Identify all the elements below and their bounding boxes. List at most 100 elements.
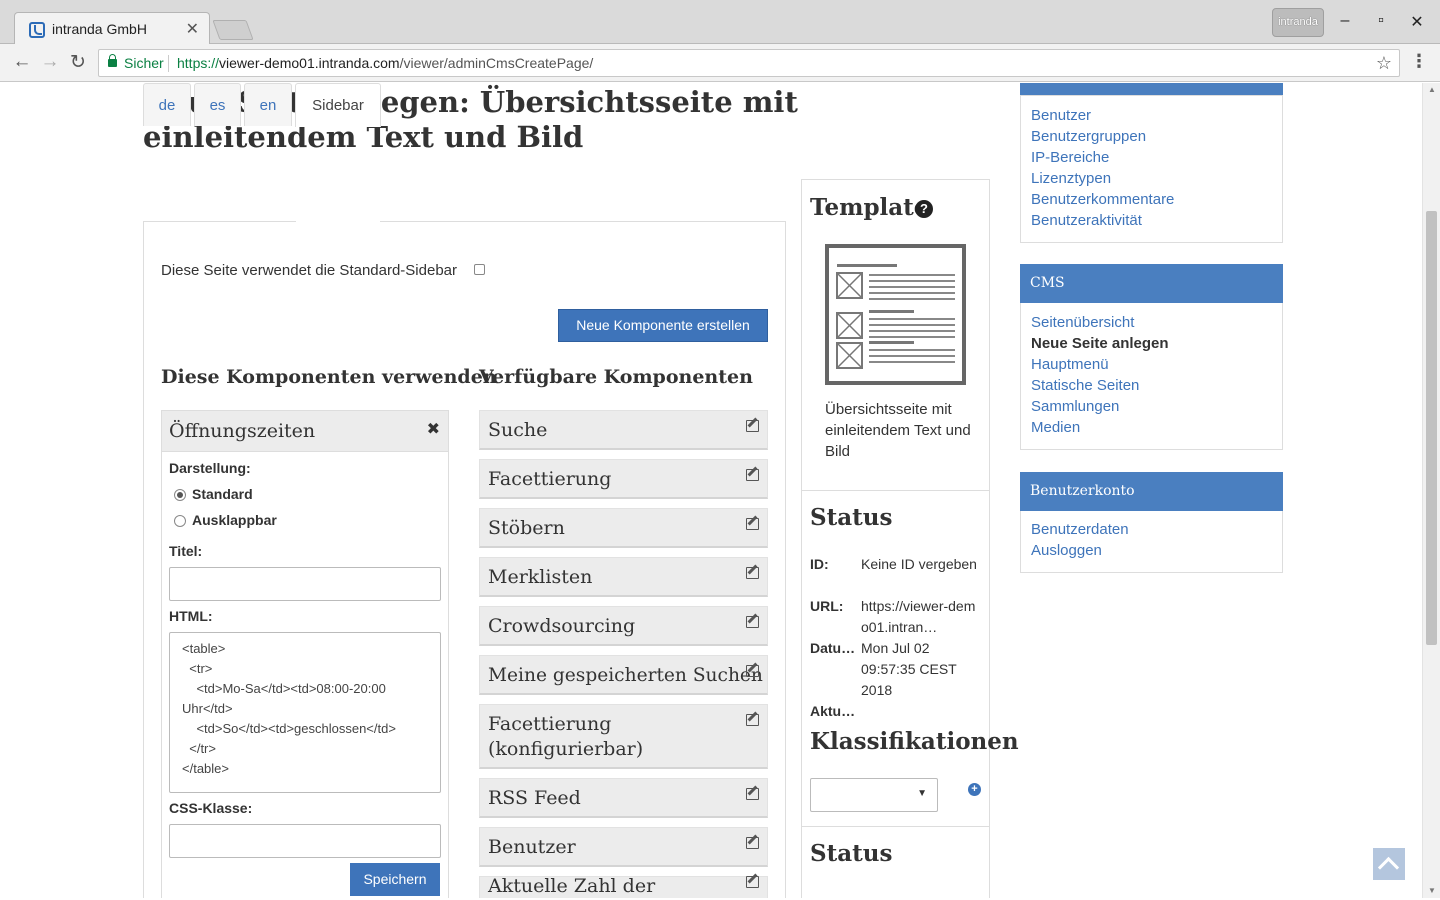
status-heading-2: Status bbox=[810, 840, 893, 867]
radio-collapsible[interactable] bbox=[174, 515, 186, 527]
bookmark-star-icon[interactable]: ☆ bbox=[1376, 53, 1392, 74]
radio-standard-label: Standard bbox=[192, 486, 253, 502]
tab-es[interactable]: es bbox=[194, 83, 241, 126]
help-icon[interactable]: ? bbox=[915, 200, 933, 218]
available-component-label: Stöbern bbox=[488, 517, 565, 539]
tab-sidebar[interactable]: Sidebar bbox=[295, 83, 381, 127]
sidebar-link-license-types[interactable]: Lizenztypen bbox=[1031, 170, 1111, 187]
sidebar-link-main-menu[interactable]: Hauptmenü bbox=[1031, 356, 1109, 373]
edit-icon[interactable] bbox=[746, 420, 759, 432]
html-textarea[interactable]: <table> <tr> <td>Mo-Sa</td><td>08:00-20:… bbox=[169, 632, 441, 793]
template-description: Übersichtsseite mit einleitendem Text un… bbox=[825, 401, 971, 460]
edit-icon[interactable] bbox=[746, 469, 759, 481]
radio-standard[interactable] bbox=[174, 489, 186, 501]
available-component-label: Suche bbox=[488, 419, 548, 441]
profile-button[interactable]: intranda bbox=[1272, 8, 1324, 37]
minimize-icon[interactable]: – bbox=[1335, 12, 1355, 30]
available-component-item[interactable]: Merklisten bbox=[479, 557, 768, 597]
available-component-label: RSS Feed bbox=[488, 787, 581, 809]
sidebar-link-ip-ranges[interactable]: IP-Bereiche bbox=[1031, 149, 1109, 166]
sidebar-link-logout[interactable]: Ausloggen bbox=[1031, 542, 1102, 559]
new-component-button[interactable]: Neue Komponente erstellen bbox=[558, 309, 768, 342]
available-component-item[interactable]: Suche bbox=[479, 410, 768, 450]
available-component-item[interactable]: Aktuelle Zahl der bbox=[479, 875, 768, 898]
chevron-down-icon: ▼ bbox=[917, 788, 927, 799]
scroll-down-icon[interactable]: ▼ bbox=[1428, 886, 1436, 895]
sidebar-link-collections[interactable]: Sammlungen bbox=[1031, 398, 1119, 415]
edit-icon[interactable] bbox=[746, 665, 759, 677]
sidebar-link-user-groups[interactable]: Benutzergruppen bbox=[1031, 128, 1146, 145]
page-scrollbar[interactable]: ▲ ▼ bbox=[1422, 83, 1440, 898]
scrollbar-thumb[interactable] bbox=[1426, 211, 1437, 645]
available-component-item[interactable]: Facettierung bbox=[479, 459, 768, 499]
scroll-to-top-button[interactable] bbox=[1373, 848, 1405, 880]
save-button[interactable]: Speichern bbox=[350, 863, 440, 896]
reload-icon[interactable]: ↻ bbox=[66, 51, 90, 74]
divider bbox=[802, 826, 989, 827]
close-tab-icon[interactable]: ✕ bbox=[186, 19, 199, 39]
url-host: viewer-demo01.intranda.com bbox=[219, 55, 400, 71]
edit-icon[interactable] bbox=[746, 714, 759, 726]
status-id-value: Keine ID vergeben bbox=[861, 556, 977, 572]
browser-tab-title: intranda GmbH bbox=[52, 21, 147, 37]
template-heading: Template bbox=[810, 194, 929, 221]
used-components-heading: Diese Komponenten verwenden bbox=[161, 366, 497, 388]
used-component-title: Öffnungszeiten bbox=[169, 420, 316, 442]
css-class-label: CSS-Klasse: bbox=[169, 800, 253, 816]
intranda-favicon-icon bbox=[29, 22, 45, 38]
status-url-key: URL: bbox=[810, 598, 844, 614]
browser-menu-icon[interactable]: ⋮ bbox=[1410, 51, 1428, 72]
lock-icon bbox=[108, 54, 117, 67]
back-icon[interactable]: ← bbox=[10, 51, 34, 73]
title-input[interactable] bbox=[169, 567, 441, 601]
edit-icon[interactable] bbox=[746, 788, 759, 800]
edit-icon[interactable] bbox=[746, 876, 759, 888]
sidebar-link-static-pages[interactable]: Statische Seiten bbox=[1031, 377, 1139, 394]
status-heading: Status bbox=[810, 504, 893, 531]
edit-icon[interactable] bbox=[746, 567, 759, 579]
maximize-icon[interactable]: ▫ bbox=[1371, 12, 1391, 30]
sidebar-link-user-activity[interactable]: Benutzeraktivität bbox=[1031, 212, 1142, 229]
sidebar-link-new-page[interactable]: Neue Seite anlegen bbox=[1031, 335, 1169, 352]
available-component-item[interactable]: Facettierung (konfigurierbar) bbox=[479, 704, 768, 769]
tab-de[interactable]: de bbox=[143, 83, 191, 126]
edit-icon[interactable] bbox=[746, 518, 759, 530]
available-component-label: Facettierung bbox=[488, 468, 612, 490]
display-label: Darstellung: bbox=[169, 460, 251, 476]
sidebar-link-users[interactable]: Benutzer bbox=[1031, 107, 1091, 124]
radio-collapsible-label: Ausklappbar bbox=[192, 512, 277, 528]
status-url-value: https://viewer-demo01.intran… bbox=[861, 598, 976, 635]
classification-select[interactable]: ▼ bbox=[810, 778, 938, 812]
edit-icon[interactable] bbox=[746, 837, 759, 849]
css-class-input[interactable] bbox=[169, 824, 441, 858]
edit-icon[interactable] bbox=[746, 616, 759, 628]
browser-tab[interactable]: intranda GmbH ✕ bbox=[14, 12, 210, 45]
available-components-heading: Verfügbare Komponenten bbox=[479, 366, 753, 388]
secure-label: Sicher bbox=[124, 55, 164, 71]
available-component-item[interactable]: Stöbern bbox=[479, 508, 768, 548]
tab-en[interactable]: en bbox=[244, 83, 292, 126]
new-tab-button[interactable] bbox=[212, 20, 254, 40]
sidebar-link-user-comments[interactable]: Benutzerkommentare bbox=[1031, 191, 1174, 208]
sidebar-link-media[interactable]: Medien bbox=[1031, 419, 1080, 436]
available-component-item[interactable]: Crowdsourcing bbox=[479, 606, 768, 646]
sidebar-link-user-data[interactable]: Benutzerdaten bbox=[1031, 521, 1129, 538]
used-component-header[interactable]: Öffnungszeiten ✖ bbox=[162, 411, 448, 452]
divider bbox=[802, 490, 989, 491]
forward-icon[interactable]: → bbox=[38, 51, 62, 73]
available-component-item[interactable]: Benutzer bbox=[479, 827, 768, 867]
standard-sidebar-label: Diese Seite verwendet die Standard-Sideb… bbox=[161, 262, 458, 279]
sidebar-link-page-overview[interactable]: Seitenübersicht bbox=[1031, 314, 1134, 331]
available-component-item[interactable]: RSS Feed bbox=[479, 778, 768, 818]
address-bar[interactable]: Sicher https://viewer-demo01.intranda.co… bbox=[98, 49, 1400, 77]
close-window-icon[interactable]: ✕ bbox=[1407, 12, 1427, 32]
title-label: Titel: bbox=[169, 543, 203, 559]
template-preview-image bbox=[825, 244, 966, 385]
status-date-key: Datu… bbox=[810, 640, 856, 656]
scroll-up-icon[interactable]: ▲ bbox=[1428, 85, 1436, 94]
available-component-item[interactable]: Meine gespeicherten Suchen bbox=[479, 655, 768, 695]
standard-sidebar-checkbox[interactable] bbox=[474, 264, 485, 275]
add-classification-icon[interactable]: + bbox=[968, 783, 981, 796]
available-component-label: Benutzer bbox=[488, 836, 576, 858]
remove-component-icon[interactable]: ✖ bbox=[427, 419, 440, 439]
